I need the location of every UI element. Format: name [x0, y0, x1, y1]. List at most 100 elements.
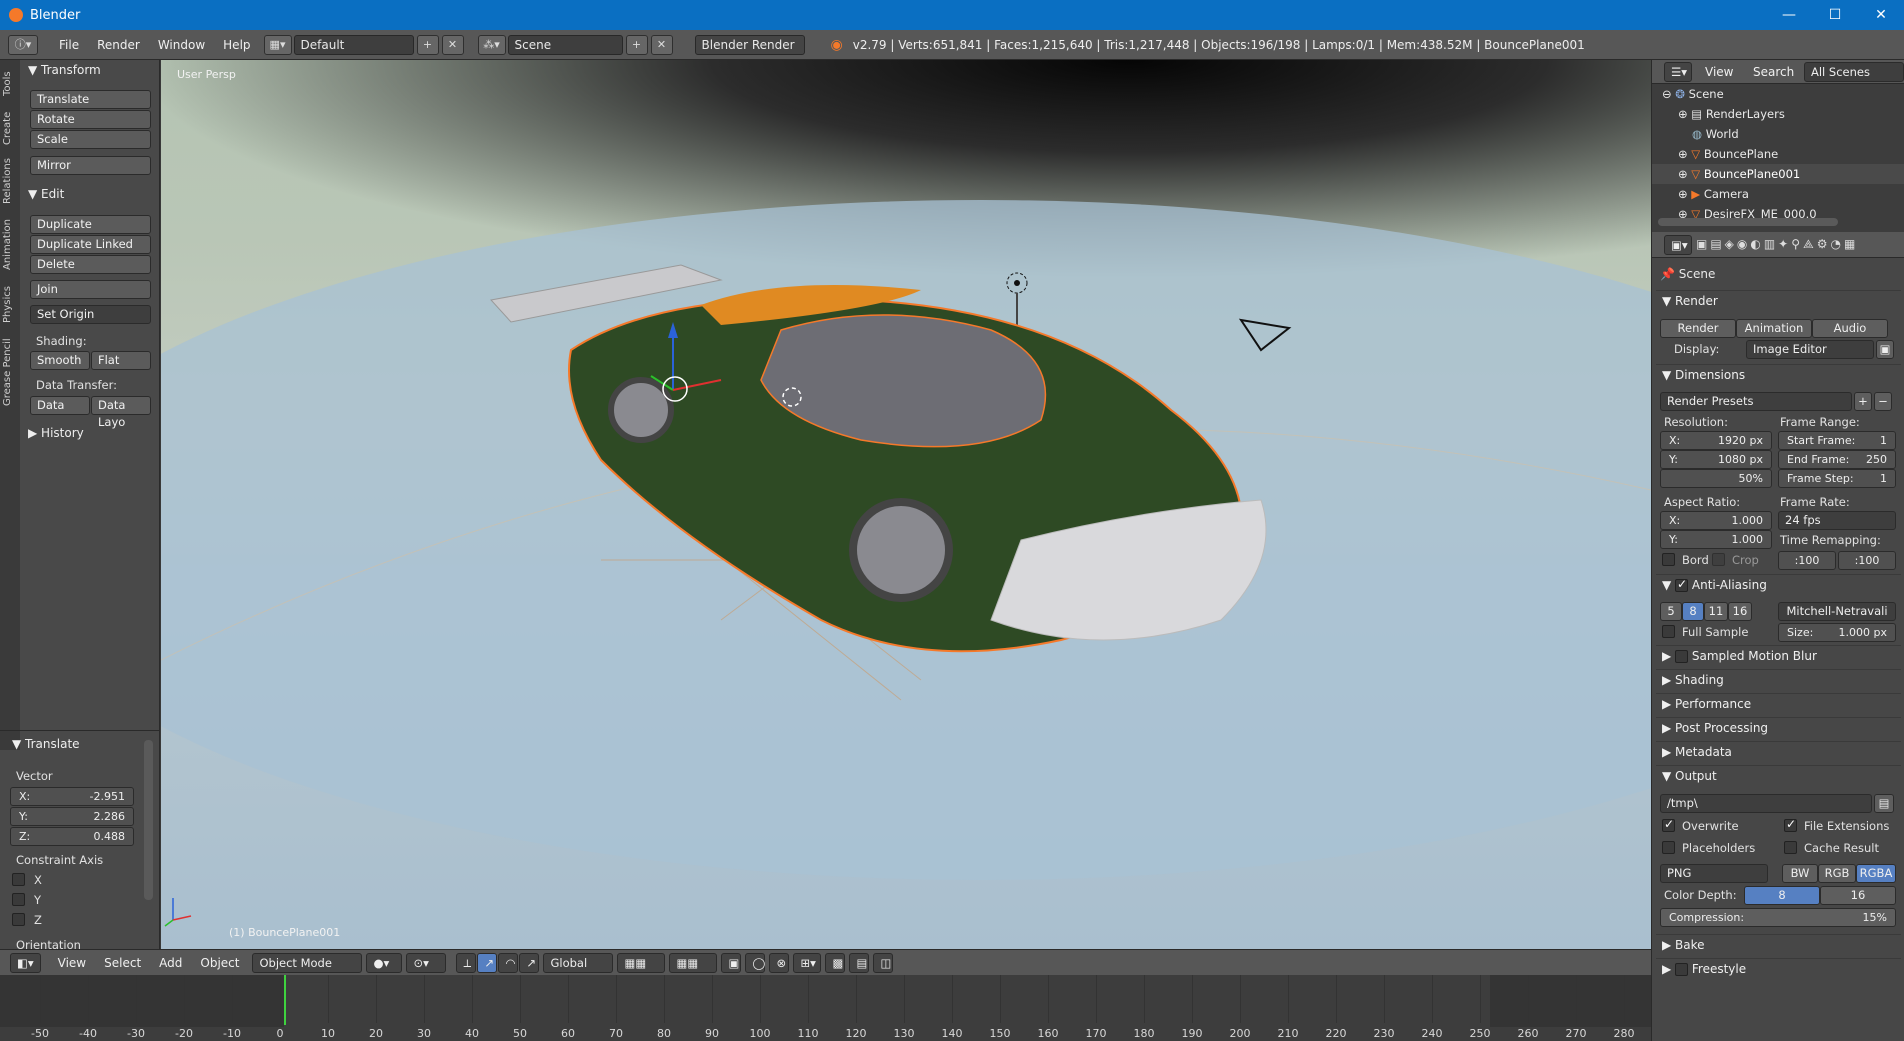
- menu-window[interactable]: Window: [149, 38, 214, 52]
- remap-old-field[interactable]: :100: [1778, 551, 1836, 570]
- data-layout-button[interactable]: Data Layo: [91, 396, 151, 429]
- freestyle-checkbox[interactable]: [1675, 963, 1689, 976]
- layout-icon[interactable]: ▦▾: [263, 34, 292, 55]
- tab-grease-pencil[interactable]: Grease Pencil: [2, 332, 18, 412]
- menu-file[interactable]: File: [50, 38, 88, 52]
- layout-add-icon[interactable]: +: [416, 34, 439, 55]
- aa-5-button[interactable]: 5: [1660, 602, 1682, 621]
- display-select[interactable]: Image Editor: [1746, 340, 1874, 359]
- properties-context-icons[interactable]: ▣▤◈◉◐▥✦⚲⟁⚙◔▦: [1696, 237, 1858, 252]
- flat-button[interactable]: Flat: [91, 351, 151, 370]
- history-panel-header[interactable]: ▶ History: [28, 426, 84, 440]
- aa-filter-select[interactable]: Mitchell-Netravali: [1778, 602, 1896, 621]
- 3d-viewport[interactable]: User Persp (1) BouncePlane001: [161, 60, 1651, 949]
- constraint-y-checkbox[interactable]: [12, 893, 25, 906]
- smooth-button[interactable]: Smooth: [30, 351, 90, 370]
- camera-view-icon[interactable]: ◫: [873, 952, 894, 973]
- metadata-panel-header[interactable]: ▶ Metadata: [1662, 745, 1732, 759]
- aa-8-button[interactable]: 8: [1682, 602, 1704, 621]
- preset-add-icon[interactable]: +: [1854, 392, 1872, 411]
- outliner-filter-select[interactable]: All Scenes: [1804, 62, 1904, 82]
- end-frame-field[interactable]: End Frame: 250: [1778, 450, 1896, 469]
- mode-select[interactable]: Object Mode: [252, 952, 363, 973]
- layout-field[interactable]: Default: [293, 34, 414, 55]
- border-checkbox[interactable]: [1662, 553, 1675, 566]
- bw-button[interactable]: BW: [1782, 864, 1818, 883]
- render-presets-select[interactable]: Render Presets: [1660, 392, 1852, 411]
- render-layer-icon[interactable]: ▣: [721, 952, 742, 973]
- opengl-render-icon[interactable]: ▩: [825, 952, 846, 973]
- preset-remove-icon[interactable]: −: [1874, 392, 1892, 411]
- tab-relations[interactable]: Relations: [2, 152, 18, 210]
- file-format-select[interactable]: PNG: [1660, 864, 1768, 883]
- scene-field[interactable]: Scene: [507, 34, 623, 55]
- dimensions-panel-header[interactable]: ▼ Dimensions: [1662, 368, 1745, 382]
- post-processing-panel-header[interactable]: ▶ Post Processing: [1662, 721, 1768, 735]
- playhead[interactable]: [284, 975, 286, 1025]
- aa-16-button[interactable]: 16: [1728, 602, 1752, 621]
- animation-button[interactable]: Animation: [1736, 319, 1812, 338]
- layout-remove-icon[interactable]: ✕: [441, 34, 464, 55]
- render-button[interactable]: Render: [1660, 319, 1736, 338]
- constraint-z-checkbox[interactable]: [12, 913, 25, 926]
- data-button[interactable]: Data: [30, 396, 90, 415]
- outliner-item-world[interactable]: ◍ World: [1652, 124, 1904, 144]
- manipulator-toggle-icon[interactable]: ⟂: [456, 952, 477, 973]
- frame-step-field[interactable]: Frame Step: 1: [1778, 469, 1896, 488]
- res-y-field[interactable]: Y: 1080 px: [1660, 450, 1772, 469]
- opengl-anim-icon[interactable]: ▤: [849, 952, 870, 973]
- proportional-edit-icon[interactable]: ◯: [745, 952, 766, 973]
- aspect-x-field[interactable]: X: 1.000: [1660, 511, 1772, 530]
- render-engine-select[interactable]: Blender Render: [694, 34, 805, 55]
- maximize-button[interactable]: ☐: [1812, 0, 1858, 30]
- tab-animation[interactable]: Animation: [2, 212, 18, 278]
- close-button[interactable]: ✕: [1858, 0, 1904, 30]
- properties-editor-icon[interactable]: ▣▾: [1664, 235, 1692, 255]
- rgb-button[interactable]: RGB: [1818, 864, 1856, 883]
- audio-button[interactable]: Audio: [1812, 319, 1888, 338]
- rgba-button[interactable]: RGBA: [1856, 864, 1896, 883]
- snap-icon[interactable]: ⊗: [769, 952, 790, 973]
- output-path-field[interactable]: /tmp\: [1660, 794, 1872, 813]
- scene-icon[interactable]: ⁂▾: [477, 34, 506, 55]
- remap-new-field[interactable]: :100: [1838, 551, 1896, 570]
- shading-panel-header[interactable]: ▶ Shading: [1662, 673, 1724, 687]
- layers-icon[interactable]: ▦▦: [617, 952, 666, 973]
- outliner-editor-icon[interactable]: ☰▾: [1664, 62, 1692, 82]
- outliner-item-bounceplane001[interactable]: ⊕ ▽ BouncePlane001: [1652, 164, 1904, 184]
- full-sample-checkbox[interactable]: [1662, 625, 1675, 638]
- menu-render[interactable]: Render: [88, 38, 149, 52]
- outliner-item-desirefx[interactable]: ⊕ ▽ DesireFX_ME_000.0: [1652, 204, 1904, 218]
- outliner-item-bounceplane[interactable]: ⊕ ▽ BouncePlane: [1652, 144, 1904, 164]
- operator-scrollbar[interactable]: [144, 740, 153, 900]
- outliner-search-menu[interactable]: Search: [1744, 65, 1803, 79]
- aa-checkbox[interactable]: [1675, 577, 1689, 592]
- delete-button[interactable]: Delete: [30, 255, 151, 274]
- crop-checkbox[interactable]: [1712, 553, 1725, 566]
- display-icon[interactable]: ▣: [1876, 340, 1894, 359]
- timeline[interactable]: -50 -40 -30 -20 -10 0 10 20 30 40 50 60 70 80 90 100 110…: [0, 975, 1651, 1041]
- vector-y-field[interactable]: Y: 2.286: [10, 807, 134, 826]
- outliner-view-menu[interactable]: View: [1696, 65, 1742, 79]
- minimize-button[interactable]: —: [1766, 0, 1812, 30]
- join-button[interactable]: Join: [30, 280, 151, 299]
- rotate-manipulator-icon[interactable]: ◠: [498, 952, 519, 973]
- rotate-button[interactable]: Rotate: [30, 110, 151, 129]
- menu-add[interactable]: Add: [150, 956, 191, 970]
- res-percent-field[interactable]: 50%: [1660, 469, 1772, 488]
- scale-button[interactable]: Scale: [30, 130, 151, 149]
- mirror-button[interactable]: Mirror: [30, 156, 151, 175]
- translate-button[interactable]: Translate: [30, 90, 151, 109]
- vector-x-field[interactable]: X: -2.951: [10, 787, 134, 806]
- snap-element-icon[interactable]: ⊞▾: [793, 952, 822, 973]
- duplicate-linked-button[interactable]: Duplicate Linked: [30, 235, 151, 254]
- outliner-hscrollbar[interactable]: [1658, 218, 1838, 226]
- aspect-y-field[interactable]: Y: 1.000: [1660, 530, 1772, 549]
- scene-add-icon[interactable]: +: [625, 34, 648, 55]
- file-extensions-checkbox[interactable]: [1784, 817, 1797, 832]
- motion-blur-panel-header[interactable]: ▶ Sampled Motion Blur: [1662, 649, 1817, 663]
- duplicate-button[interactable]: Duplicate: [30, 215, 151, 234]
- menu-object[interactable]: Object: [191, 956, 248, 970]
- menu-help[interactable]: Help: [214, 38, 259, 52]
- menu-view[interactable]: View: [49, 956, 95, 970]
